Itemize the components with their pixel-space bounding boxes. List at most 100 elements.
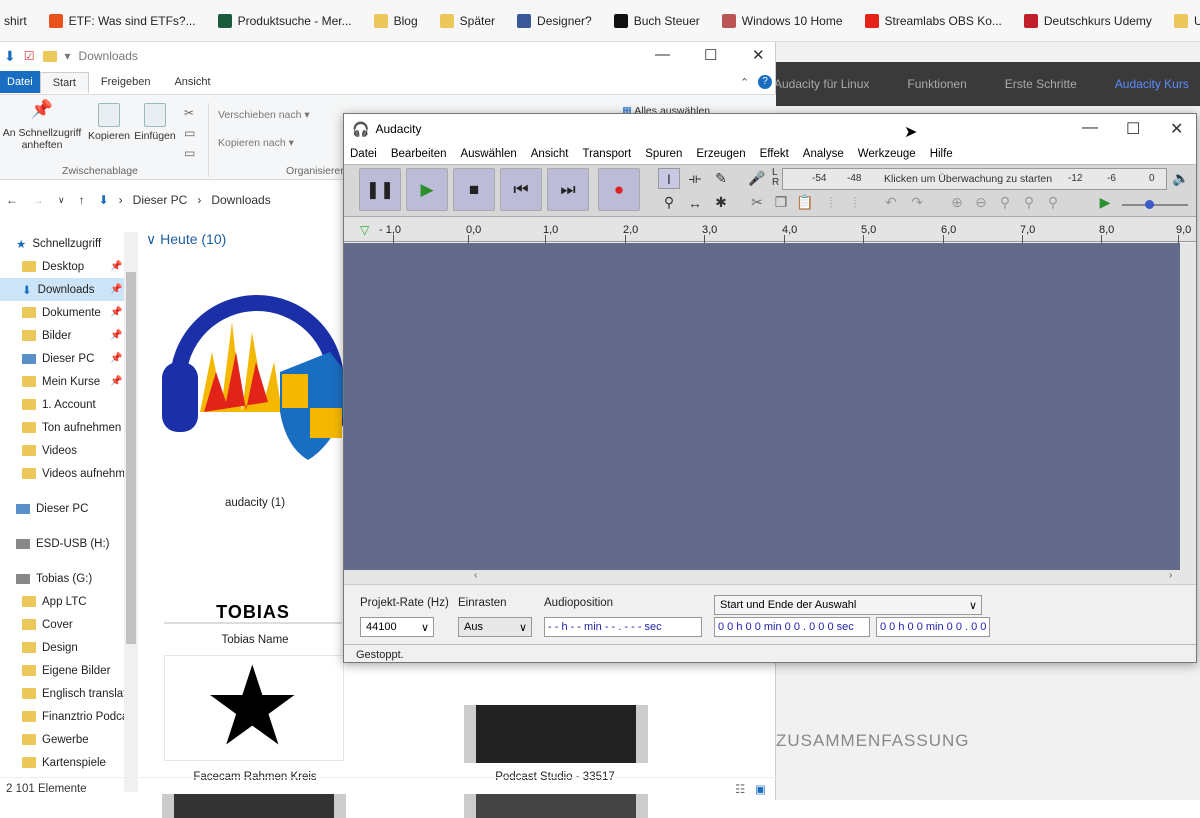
cut-icon[interactable]: ✂ ▭ ▭ [184, 103, 195, 163]
menu-item[interactable]: Erzeugen [696, 148, 745, 160]
nav-item[interactable]: App LTC [0, 590, 138, 613]
play-button[interactable]: ▶ [406, 168, 448, 211]
quick-access-icon[interactable]: ⬇ [4, 48, 16, 65]
nav-item[interactable]: Kartenspiele [0, 751, 138, 774]
selection-mode-select[interactable]: Start und Ende der Auswahl ∨ [714, 595, 982, 615]
nav-item[interactable]: Videos [0, 439, 138, 462]
nav-item[interactable]: Dieser PC [0, 497, 138, 520]
tobias-file-thumb[interactable]: TOBIAS [164, 520, 342, 624]
nav-item[interactable]: ⬇ Downloads 📌 [0, 278, 138, 301]
nav-item[interactable]: Gewerbe [0, 728, 138, 751]
redo-icon[interactable]: ↷ [906, 192, 928, 213]
vertical-scrollbar[interactable] [1180, 243, 1196, 570]
zoom-in-icon[interactable]: ⊕ [946, 192, 968, 213]
nav-item[interactable]: Videos aufnehm [0, 462, 138, 485]
nav-item[interactable]: Englisch translat [0, 682, 138, 705]
tab-freigeben[interactable]: Freigeben [89, 72, 163, 92]
breadcrumb-dieser-pc[interactable]: Dieser PC [133, 193, 188, 207]
selection-start-field[interactable]: 0 0 h 0 0 min 0 0 . 0 0 0 sec [714, 617, 870, 637]
horizontal-scrollbar[interactable]: ‹ › [344, 570, 1196, 584]
tab-start[interactable]: Start [39, 71, 89, 93]
selection-end-field[interactable]: 0 0 h 0 0 min 0 0 . 0 0 [876, 617, 990, 637]
scroll-right-icon[interactable]: › [1169, 570, 1172, 581]
bookmark-item[interactable]: Udemy fertig mach... [1173, 13, 1200, 28]
bookmark-item[interactable]: Produktsuche - Mer... [217, 13, 352, 28]
fit-project-icon[interactable]: ⚲ [1018, 192, 1040, 213]
pin-icon[interactable]: 📌 [110, 284, 122, 295]
pin-icon[interactable]: 📌 [110, 353, 122, 364]
audacity-close-icon[interactable]: ✕ [1170, 119, 1183, 139]
record-button[interactable]: ● [598, 168, 640, 211]
pin-quick-access-button[interactable]: 📌 An Schnellzugriff anheften [2, 100, 82, 151]
bookmark-item[interactable]: Designer? [517, 13, 592, 28]
pin-icon[interactable]: 📌 [110, 330, 122, 341]
paste-tool-icon[interactable]: 📋 [794, 192, 816, 213]
tab-datei[interactable]: Datei [0, 71, 40, 93]
nav-item[interactable]: Cover [0, 613, 138, 636]
selection-tool-icon[interactable]: I [658, 168, 680, 189]
menu-item[interactable]: Hilfe [930, 148, 953, 160]
pin-icon[interactable]: 📌 [110, 261, 122, 272]
nav-item[interactable]: Dokumente 📌 [0, 301, 138, 324]
maximize-icon[interactable]: ☐ [704, 46, 717, 64]
paste-button[interactable]: Einfügen [132, 103, 178, 142]
timeshift-tool-icon[interactable]: ↔ [684, 192, 706, 213]
zoom-out-icon[interactable]: ⊖ [970, 192, 992, 213]
audacity-minimize-icon[interactable]: — [1082, 119, 1098, 137]
nav-item[interactable]: ★ Schnellzugriff [0, 232, 138, 255]
bookmark-item[interactable]: ETF: Was sind ETFs?... [48, 13, 196, 28]
microphone-icon[interactable]: 🎤 [746, 168, 768, 189]
envelope-tool-icon[interactable]: ⟛ [684, 168, 706, 189]
nav-item[interactable]: Mein Kurse 📌 [0, 370, 138, 393]
skip-end-button[interactable]: ⏭ [547, 168, 589, 211]
podcast-file-thumb[interactable] [464, 705, 648, 763]
speed-slider[interactable] [1122, 204, 1188, 206]
silence-icon[interactable]: ⦙ [844, 192, 866, 213]
minimize-icon[interactable]: — [655, 46, 670, 63]
play-head-icon[interactable]: ▽ [360, 223, 369, 237]
recent-dropdown-icon[interactable]: ∨ [58, 195, 65, 206]
undo-icon[interactable]: ↶ [880, 192, 902, 213]
copy-button[interactable]: Kopieren [86, 103, 132, 142]
stop-button[interactable]: ■ [453, 168, 495, 211]
copy-to-button[interactable]: Kopieren nach ▾ [218, 137, 294, 149]
menu-item[interactable]: Auswählen [460, 148, 516, 160]
up-icon[interactable]: ↑ [79, 193, 85, 207]
site-nav-kurs[interactable]: Audacity Kurs [1115, 77, 1189, 91]
multi-tool-icon[interactable]: ✱ [710, 192, 732, 213]
pin-icon[interactable]: 📌 [110, 376, 122, 387]
help-icon[interactable]: ? [758, 75, 772, 89]
bookmark-item[interactable]: Windows 10 Home [721, 13, 843, 28]
back-icon[interactable]: ← [6, 193, 18, 207]
details-view-icon[interactable]: ☷ [735, 782, 745, 796]
new-folder-icon[interactable] [42, 50, 57, 62]
nav-scrollbar-thumb[interactable] [126, 272, 136, 644]
nav-item[interactable]: Desktop 📌 [0, 255, 138, 278]
menu-item[interactable]: Analyse [803, 148, 844, 160]
menu-item[interactable]: Ansicht [531, 148, 569, 160]
bookmark-item[interactable]: shirt [4, 14, 27, 28]
trim-icon[interactable]: ⦙ [820, 192, 842, 213]
menu-item[interactable]: Bearbeiten [391, 148, 447, 160]
pin-icon[interactable]: 📌 [110, 307, 122, 318]
snap-select[interactable]: Aus ∨ [458, 617, 532, 637]
menu-item[interactable]: Datei [350, 148, 377, 160]
pause-button[interactable]: ❚❚ [359, 168, 401, 211]
cut-tool-icon[interactable]: ✂ [746, 192, 768, 213]
audacity-maximize-icon[interactable]: ☐ [1126, 119, 1140, 139]
audacity-file-thumb[interactable] [160, 262, 350, 462]
tab-ansicht[interactable]: Ansicht [162, 72, 222, 92]
nav-item[interactable]: Tobias (G:) [0, 567, 138, 590]
nav-item[interactable]: Bilder 📌 [0, 324, 138, 347]
qat-dropdown-icon[interactable]: ▾ [65, 49, 71, 63]
timeline-ruler[interactable]: ▽ - 1,0 0,0 1,0 2,0 3,0 4,0 5,0 6,0 7,0 8,0 9,0 [344, 216, 1196, 243]
menu-item[interactable]: Transport [582, 148, 631, 160]
breadcrumb[interactable]: ⬇ › Dieser PC › Downloads [99, 193, 271, 207]
speed-slider-thumb[interactable] [1145, 200, 1154, 209]
bookmark-item[interactable]: Blog [373, 13, 418, 28]
nav-item[interactable]: Finanztrio Podca [0, 705, 138, 728]
zoom-toggle-icon[interactable]: ⚲ [1042, 192, 1064, 213]
bookmark-item[interactable]: Später [439, 13, 495, 28]
scroll-left-icon[interactable]: ‹ [474, 570, 477, 581]
nav-item[interactable]: Design [0, 636, 138, 659]
